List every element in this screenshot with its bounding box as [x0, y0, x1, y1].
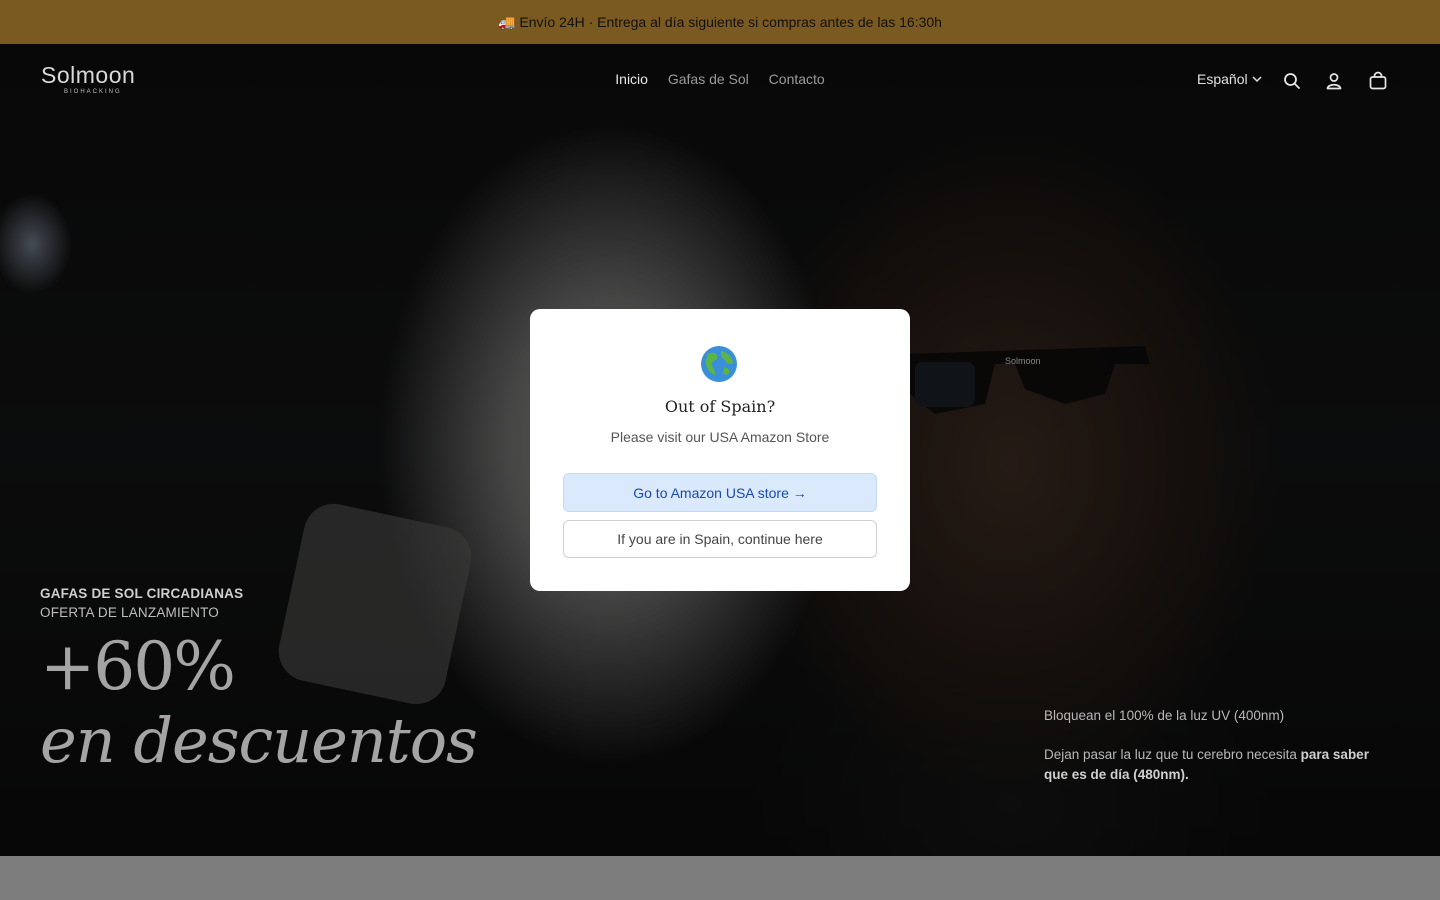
modal-overlay[interactable]: Out of Spain? Please visit our USA Amazo…: [0, 0, 1440, 900]
globe-icon: [701, 346, 737, 382]
region-modal: Out of Spain? Please visit our USA Amazo…: [530, 309, 910, 591]
amazon-usa-button[interactable]: Go to Amazon USA store →: [563, 473, 877, 512]
modal-subtitle: Please visit our USA Amazon Store: [610, 429, 830, 445]
continue-spain-button[interactable]: If you are in Spain, continue here: [563, 520, 877, 558]
modal-title: Out of Spain?: [664, 397, 776, 416]
